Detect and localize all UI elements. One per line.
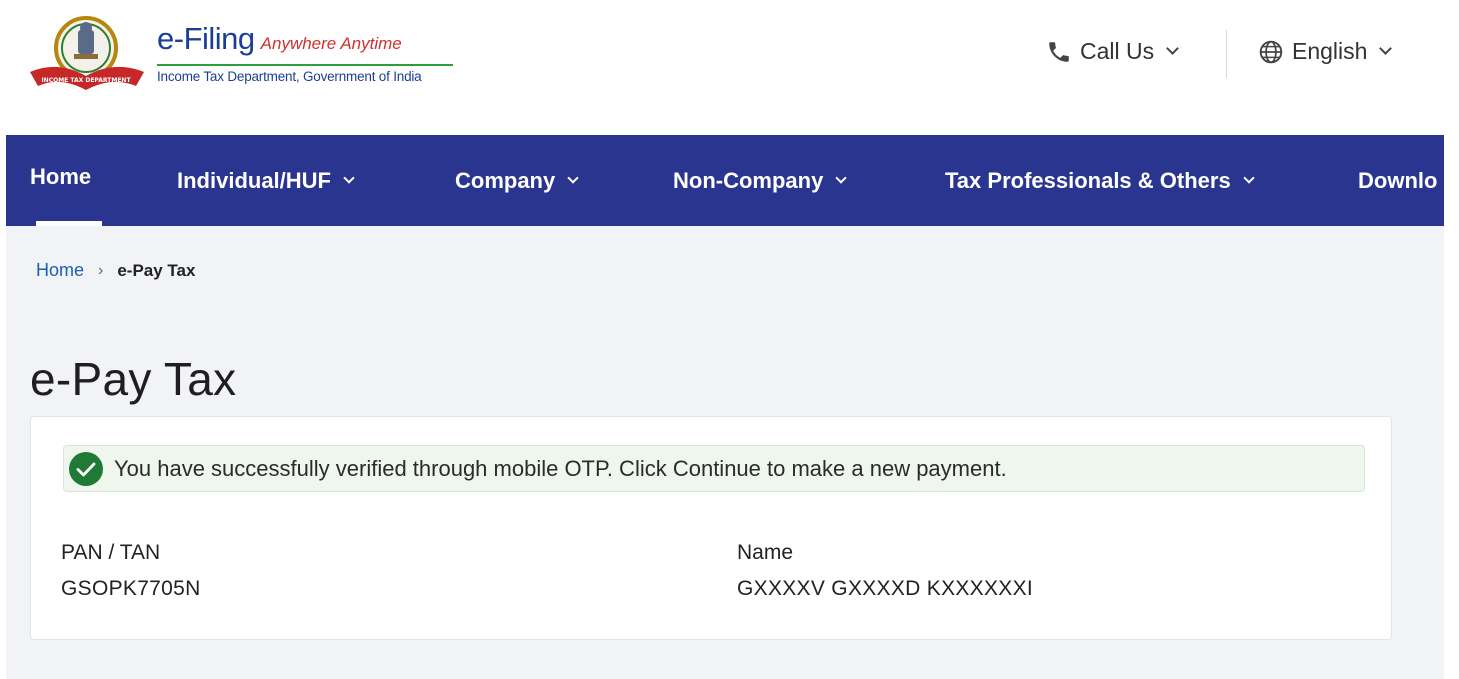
brand-subtitle: Income Tax Department, Government of Ind… — [157, 69, 422, 84]
language-label: English — [1292, 38, 1368, 64]
brand-tagline: Anywhere Anytime — [260, 34, 402, 53]
page-title: e-Pay Tax — [30, 353, 237, 405]
emblem-ribbon-text: INCOME TAX DEPARTMENT — [41, 77, 131, 84]
breadcrumb-current: e-Pay Tax — [117, 260, 196, 280]
chevron-down-icon — [1166, 42, 1179, 55]
nav-item-home[interactable]: Home — [30, 135, 91, 222]
header-divider — [1226, 30, 1227, 78]
nav-label: Non-Company — [673, 167, 824, 193]
breadcrumb: Home › e-Pay Tax — [36, 260, 195, 281]
brand-rule — [157, 64, 453, 66]
call-us-label: Call Us — [1080, 38, 1155, 64]
name-value: GXXXXV GXXXXD KXXXXXXI — [737, 577, 1034, 600]
nav-item-non-company[interactable]: Non-Company — [673, 135, 847, 226]
breadcrumb-home-link[interactable]: Home — [36, 260, 84, 281]
nav-label: Downlo — [1358, 167, 1438, 193]
phone-icon — [1049, 41, 1069, 62]
chevron-down-icon — [835, 172, 847, 184]
emblem-icon[interactable]: INCOME TAX DEPARTMENT — [28, 10, 150, 98]
main-content: Home › e-Pay Tax e-Pay Tax You have succ… — [6, 226, 1444, 679]
nav-item-individual-huf[interactable]: Individual/HUF — [177, 135, 355, 226]
chevron-down-icon — [1379, 42, 1393, 55]
name-field: Name GXXXXV GXXXXD KXXXXXXI — [737, 541, 1033, 601]
brand-title: e-Filing — [157, 21, 255, 56]
brand-logo[interactable]: e-Filing Anywhere Anytime Income Tax Depa… — [157, 22, 453, 84]
check-circle-icon — [69, 451, 103, 486]
nav-label: Company — [455, 167, 556, 193]
nav-label: Home — [30, 163, 92, 189]
chevron-down-icon — [567, 172, 579, 184]
nav-label: Individual/HUF — [177, 167, 331, 193]
pan-tan-field: PAN / TAN GSOPK7705N — [61, 541, 201, 601]
success-message: You have successfully verified through m… — [114, 455, 1007, 481]
chevron-down-icon — [1243, 172, 1255, 184]
nav-item-company[interactable]: Company — [455, 135, 579, 226]
site-header: INCOME TAX DEPARTMENT e-Filing Anywhere A… — [0, 0, 1459, 135]
globe-icon — [1259, 40, 1283, 63]
pan-tan-label: PAN / TAN — [61, 541, 161, 564]
chevron-right-icon: › — [98, 261, 104, 279]
nav-label: Tax Professionals & Others — [945, 167, 1231, 193]
call-us-dropdown[interactable]: Call Us — [1046, 38, 1179, 65]
nav-item-tax-professionals[interactable]: Tax Professionals & Others — [945, 135, 1255, 226]
language-dropdown[interactable]: English — [1258, 38, 1393, 65]
nav-item-downloads[interactable]: Downlo — [1358, 135, 1437, 226]
success-alert: You have successfully verified through m… — [63, 445, 1365, 492]
chevron-down-icon — [343, 172, 355, 184]
verification-card: You have successfully verified through m… — [30, 416, 1392, 640]
name-label: Name — [737, 541, 794, 564]
main-navigation: Home Individual/HUF Company Non-Company … — [6, 135, 1444, 226]
pan-tan-value: GSOPK7705N — [61, 577, 201, 600]
